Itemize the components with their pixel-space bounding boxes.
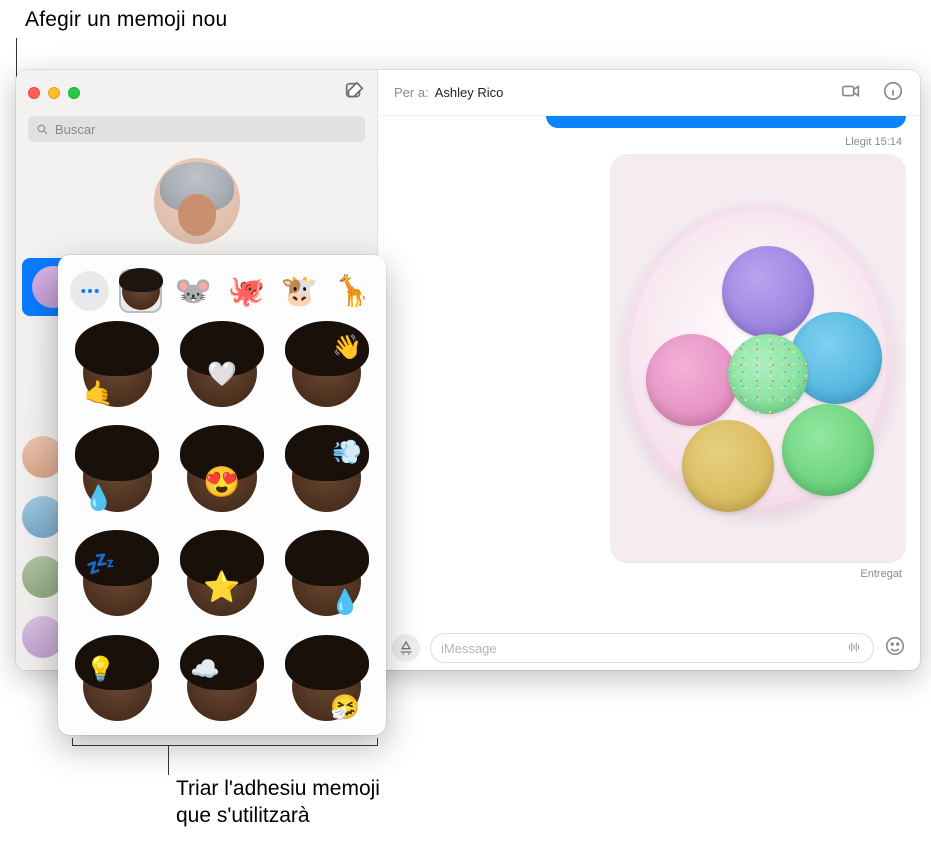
- recipient-name: Ashley Rico: [435, 85, 504, 100]
- sticker-heart-eyes[interactable]: 😍: [173, 428, 272, 527]
- memoji-avatar-giraffe[interactable]: 🦒: [331, 269, 374, 313]
- messages-area: Llegit 15:14 Entregat: [378, 116, 920, 626]
- pinned-contact-avatar[interactable]: [154, 158, 240, 244]
- minimize-window-button[interactable]: [48, 87, 60, 99]
- delivered-status: Entregat: [860, 568, 902, 580]
- memoji-avatar-octopus[interactable]: 🐙: [225, 269, 268, 313]
- image-message[interactable]: [610, 154, 906, 562]
- sticker-idea[interactable]: 💡: [68, 637, 167, 735]
- callout-choose-sticker: Triar l'adhesiu memoji que s'utilitzarà: [176, 775, 380, 830]
- appstore-icon: [398, 640, 414, 656]
- memoji-avatar-person[interactable]: [119, 269, 162, 313]
- sticker-call-me[interactable]: 🤙: [68, 323, 167, 422]
- callout-bracket-bottom: [72, 745, 378, 746]
- close-window-button[interactable]: [28, 87, 40, 99]
- callout-line-bottom: [168, 745, 169, 775]
- zoom-window-button[interactable]: [68, 87, 80, 99]
- memoji-picker-popover: 🐭 🐙 🐮 🦒 🤙 🤍 👋 💧 😍 💨 💤 ⭐ 💧 💡 ☁️ 🤧: [58, 255, 386, 735]
- message-placeholder: iMessage: [441, 641, 497, 656]
- memoji-avatar-cow[interactable]: 🐮: [278, 269, 321, 313]
- compose-row: iMessage: [378, 626, 920, 670]
- details-button[interactable]: [882, 80, 904, 105]
- sticker-tears-of-joy[interactable]: 💧: [68, 428, 167, 527]
- conversation-header: Per a: Ashley Rico: [378, 70, 920, 116]
- window-controls: [28, 87, 80, 99]
- sticker-heart-hands[interactable]: 🤍: [173, 323, 272, 422]
- callout-add-memoji: Afegir un memoji nou: [25, 8, 227, 32]
- compose-button[interactable]: [343, 80, 365, 107]
- sticker-sleepy[interactable]: 💤: [68, 532, 167, 631]
- sticker-tear[interactable]: 💧: [277, 532, 376, 631]
- read-receipt: Llegit 15:14: [845, 136, 902, 148]
- memoji-sticker-grid: 🤙 🤍 👋 💧 😍 💨 💤 ⭐ 💧 💡 ☁️ 🤧: [68, 323, 376, 735]
- search-field[interactable]: Buscar: [28, 116, 365, 142]
- title-bar: [16, 70, 377, 116]
- memoji-face-icon: [122, 272, 160, 310]
- conversation-pane: Per a: Ashley Rico Llegit 15:14: [378, 70, 920, 670]
- memoji-avatar-mouse[interactable]: 🐭: [172, 269, 215, 313]
- app-store-button[interactable]: [392, 634, 420, 662]
- memoji-avatar-row: 🐭 🐙 🐮 🦒: [68, 265, 376, 317]
- waveform-icon: [845, 638, 863, 656]
- add-memoji-button[interactable]: [70, 271, 109, 311]
- sticker-sneeze[interactable]: 🤧: [277, 637, 376, 735]
- ellipsis-icon: [80, 288, 100, 294]
- video-icon: [840, 80, 862, 102]
- sticker-mind-blown[interactable]: 💨: [277, 428, 376, 527]
- dictation-button[interactable]: [845, 638, 863, 659]
- outgoing-bubble-edge: [546, 116, 906, 128]
- search-icon: [36, 123, 49, 136]
- sticker-star-struck[interactable]: ⭐: [173, 532, 272, 631]
- plate-illustration: [622, 204, 894, 514]
- message-input[interactable]: iMessage: [430, 633, 874, 663]
- search-placeholder: Buscar: [55, 122, 95, 137]
- sticker-wave[interactable]: 👋: [277, 323, 376, 422]
- info-icon: [882, 80, 904, 102]
- to-label: Per a:: [394, 85, 429, 100]
- smiley-icon: [884, 635, 906, 657]
- emoji-picker-button[interactable]: [884, 635, 906, 662]
- sticker-cloudy[interactable]: ☁️: [173, 637, 272, 735]
- facetime-video-button[interactable]: [840, 80, 862, 105]
